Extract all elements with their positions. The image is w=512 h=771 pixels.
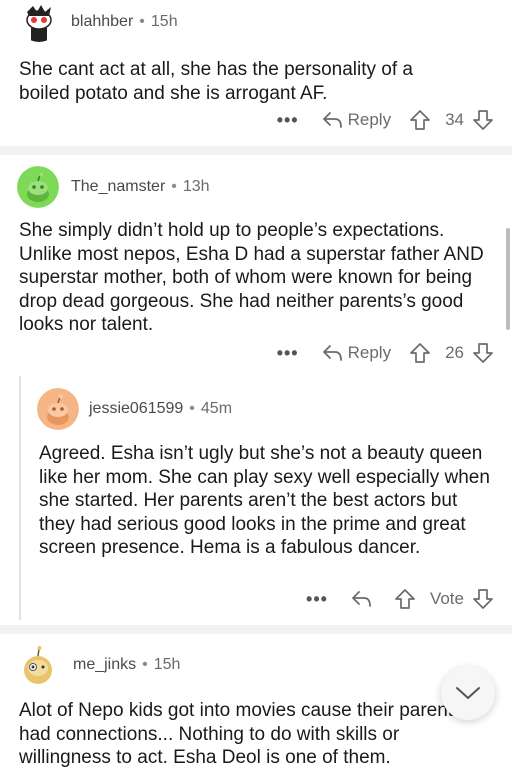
collapse-thread-button[interactable] <box>441 666 495 720</box>
downvote-icon <box>473 343 493 363</box>
upvote-button[interactable] <box>409 109 431 131</box>
downvote-icon <box>473 110 493 130</box>
more-options-button[interactable]: ••• <box>306 589 328 610</box>
thread-line[interactable] <box>19 376 21 620</box>
meta-separator: • <box>142 656 148 673</box>
reply-arrow-icon <box>322 345 342 361</box>
meta-separator: • <box>189 400 195 417</box>
avatar[interactable] <box>17 166 59 208</box>
avatar-blahhber-icon <box>19 2 59 42</box>
avatar[interactable] <box>17 644 59 686</box>
timestamp: 13h <box>182 178 210 195</box>
vote-label: Vote <box>429 589 464 608</box>
downvote-button[interactable] <box>472 342 494 364</box>
upvote-button[interactable] <box>394 588 416 610</box>
downvote-button[interactable] <box>472 109 494 131</box>
avatar-snoo-icon <box>17 166 59 208</box>
vote-score: 34 <box>445 110 464 129</box>
vote-score: 26 <box>445 343 464 362</box>
comment-body: Agreed. Esha isn’t ugly but she’s not a … <box>39 443 490 558</box>
username[interactable]: jessie061599 <box>89 400 183 418</box>
chevron-down-icon <box>456 687 480 699</box>
comment-actions: ••• Vote <box>280 588 494 610</box>
downvote-icon <box>473 589 493 609</box>
comment-body: Alot of Nepo kids got into movies cause … <box>19 700 463 768</box>
reply-label: Reply <box>347 343 392 362</box>
comment-meta: The_namster • 13h <box>17 166 210 208</box>
comment-meta: jessie061599 • 45m <box>37 388 232 430</box>
comment-separator <box>0 625 512 634</box>
scrollbar[interactable] <box>506 228 510 330</box>
upvote-icon <box>410 343 430 363</box>
comment-meta: me_jinks • 15h <box>17 644 180 686</box>
avatar-snoo-icon <box>37 388 79 430</box>
comment-actions: ••• Reply 34 <box>250 109 494 131</box>
comment-body: She simply didn’t hold up to people’s ex… <box>19 220 484 335</box>
downvote-button[interactable] <box>472 588 494 610</box>
meta-separator: • <box>171 178 177 195</box>
comment-actions: ••• Reply 26 <box>250 342 494 364</box>
reply-button[interactable]: Reply <box>321 110 391 130</box>
reply-arrow-icon <box>352 591 371 607</box>
comment-separator <box>0 146 512 155</box>
reply-button[interactable]: Reply <box>321 343 391 363</box>
upvote-icon <box>410 110 430 130</box>
meta-separator: • <box>139 13 145 30</box>
reply-arrow-icon <box>322 112 342 128</box>
username[interactable]: blahhber <box>71 13 133 31</box>
avatar[interactable] <box>37 388 79 430</box>
upvote-button[interactable] <box>409 342 431 364</box>
username[interactable]: The_namster <box>71 178 165 196</box>
avatar[interactable] <box>19 2 59 42</box>
avatar-snoo-icon <box>17 644 59 686</box>
reply-button[interactable] <box>350 589 372 609</box>
timestamp: 45m <box>200 400 233 417</box>
timestamp: 15h <box>153 656 181 673</box>
more-options-button[interactable]: ••• <box>277 110 299 131</box>
more-options-button[interactable]: ••• <box>277 343 299 364</box>
reply-label: Reply <box>347 110 392 129</box>
comment-body: She cant act at all, she has the persona… <box>19 59 413 104</box>
upvote-icon <box>395 589 415 609</box>
username[interactable]: me_jinks <box>73 656 136 674</box>
comment-meta: blahhber • 15h <box>19 2 178 42</box>
timestamp: 15h <box>150 13 178 30</box>
